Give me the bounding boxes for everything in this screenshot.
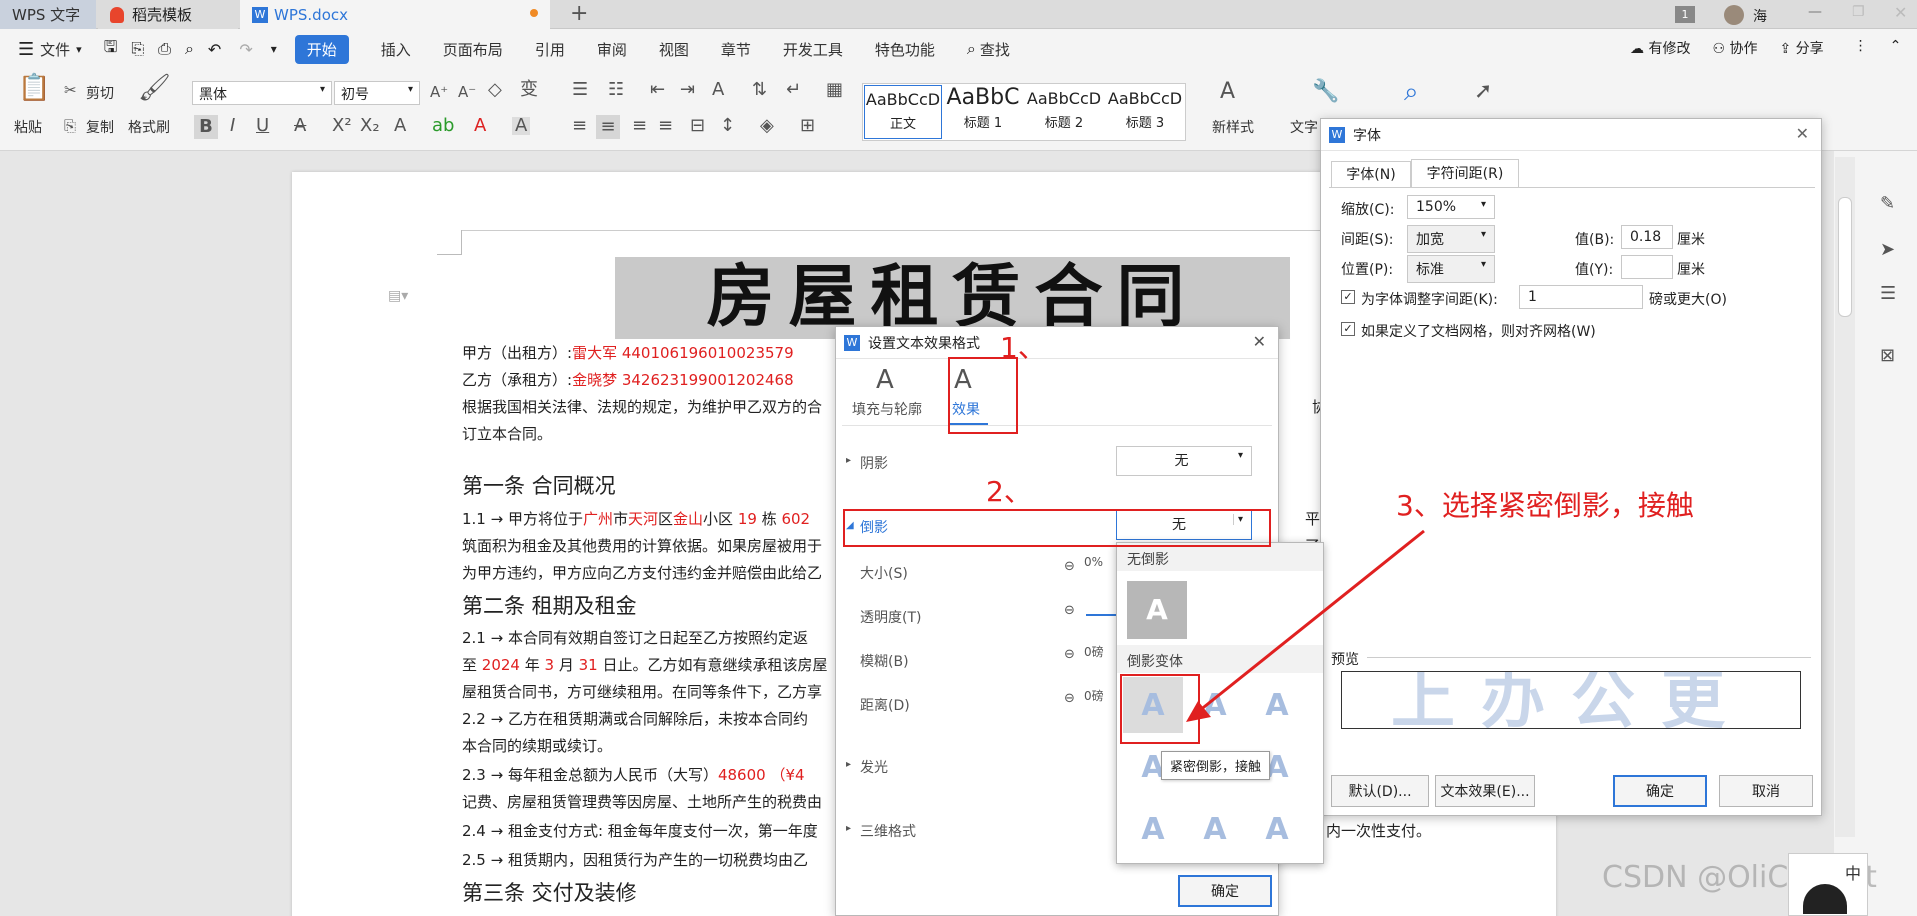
ime-mode: 中	[1844, 864, 1861, 883]
arrow-line	[1193, 529, 1425, 717]
ime-mascot-icon	[1803, 884, 1847, 914]
ime-widget[interactable]: 中	[1788, 853, 1868, 916]
annotation-arrow	[1186, 529, 1425, 722]
